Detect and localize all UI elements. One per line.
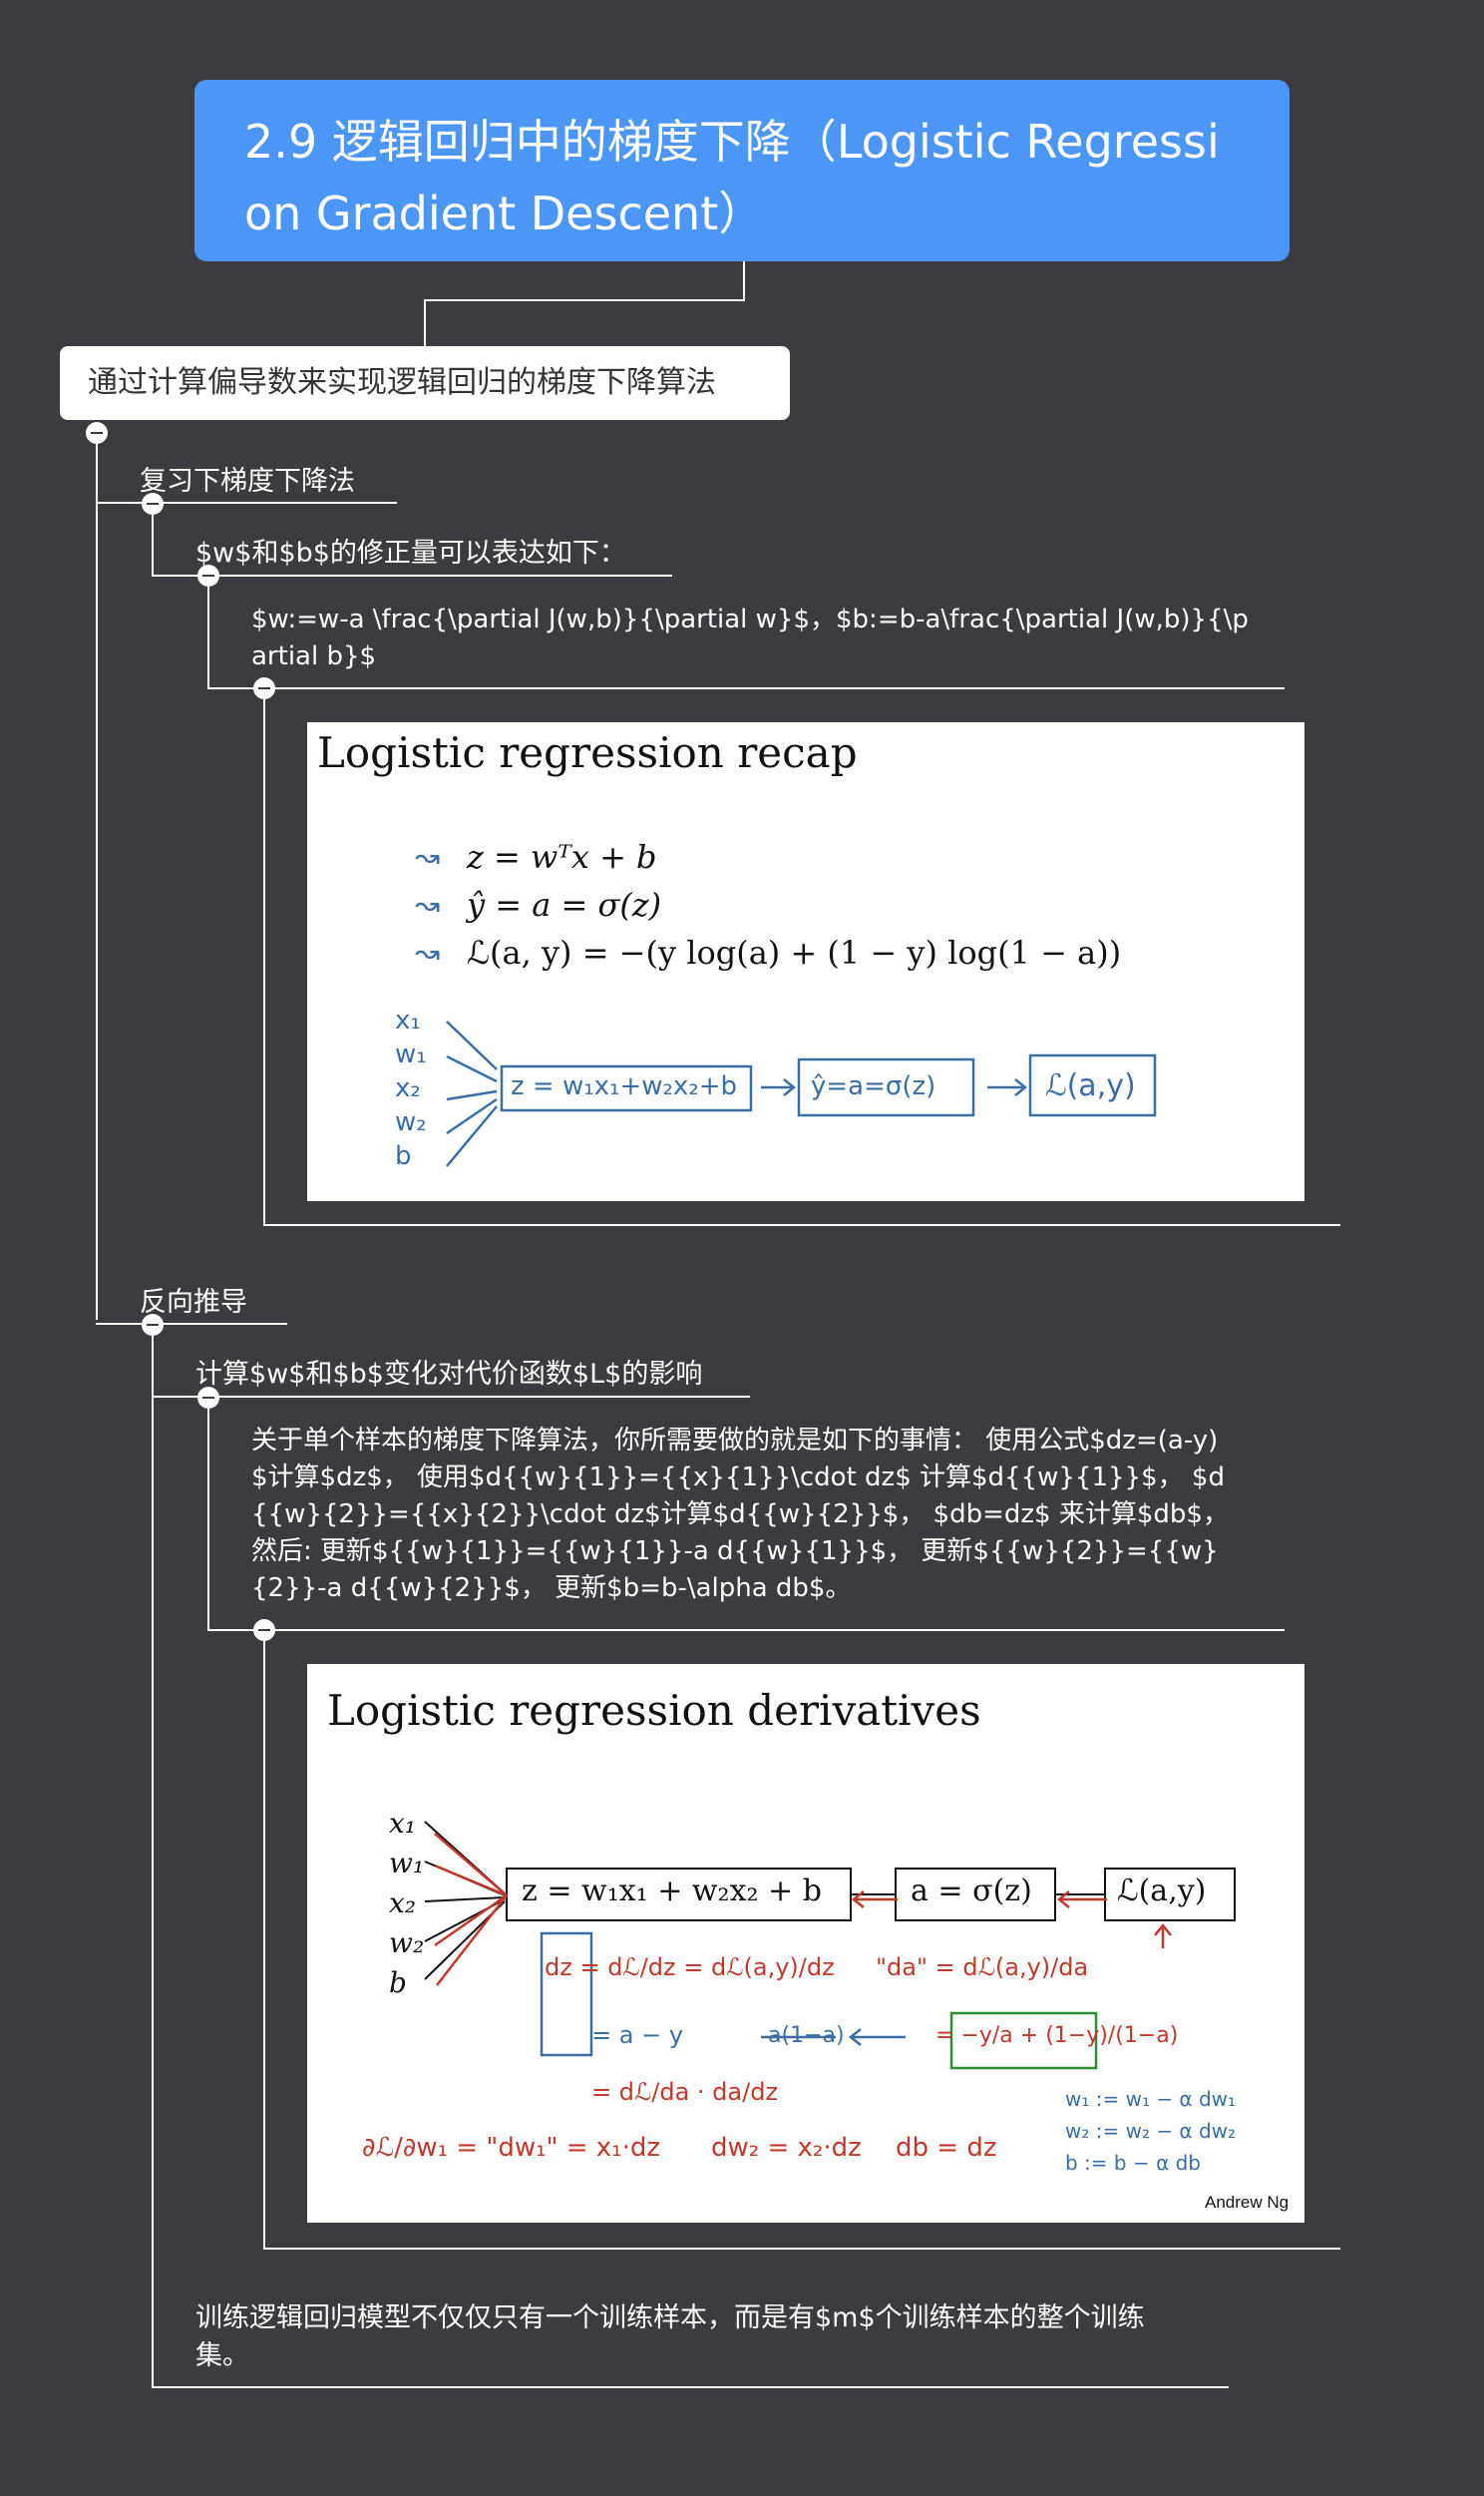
- collapse-toggle-icon[interactable]: [253, 677, 275, 699]
- box-label: a = σ(z): [911, 1873, 1032, 1908]
- flow-arrow: [848, 2028, 906, 2046]
- box-label: z = w₁x₁+w₂x₂+b: [511, 1071, 738, 1101]
- input-arrow: [446, 1054, 498, 1083]
- title-node[interactable]: 2.9 逻辑回归中的梯度下降（Logistic Regression Gradi…: [194, 80, 1290, 261]
- flow-arrow: [761, 1078, 797, 1096]
- collapse-toggle-icon[interactable]: [197, 565, 219, 587]
- a-one-minus-a: a(1−a): [768, 2023, 845, 2048]
- slide-image-recap: Logistic regression recap ↝ z = wᵀx + b …: [307, 722, 1304, 1201]
- node-underline: [263, 2248, 1340, 2250]
- tree-line: [152, 1336, 154, 2387]
- connector: [743, 261, 745, 301]
- tree-line: [96, 444, 98, 1320]
- db-equation: db = dz: [896, 2133, 997, 2163]
- input-arrow: [446, 1089, 498, 1101]
- chain-rule: = dℒ/da · da/dz: [591, 2078, 779, 2106]
- collapse-toggle-icon[interactable]: [253, 1619, 275, 1641]
- input-labels: x₁ w₁ x₂ w₂ b: [395, 1006, 427, 1171]
- input-line: [424, 1896, 506, 1902]
- node-underline: [152, 575, 672, 577]
- node-backprop[interactable]: 反向推导: [140, 1280, 247, 1319]
- author-credit: Andrew Ng: [1205, 2193, 1290, 2212]
- root-node[interactable]: 通过计算偏导数来实现逻辑回归的梯度下降算法: [60, 346, 790, 420]
- node-underline: [152, 2386, 1229, 2388]
- collapse-toggle-icon[interactable]: [142, 1314, 164, 1336]
- flow-arrow: [987, 1078, 1028, 1096]
- dw2-equation: dw₂ = x₂·dz: [711, 2133, 862, 2163]
- collapse-toggle-icon[interactable]: [197, 1387, 219, 1409]
- box-label: ℒ(a,y): [1045, 1068, 1136, 1103]
- tree-line: [207, 1409, 209, 1630]
- tree-line: [152, 515, 154, 575]
- tree-line: [263, 1641, 265, 2250]
- collapse-toggle-icon[interactable]: [142, 493, 164, 515]
- node-underline: [96, 1323, 287, 1325]
- da-value: = −y/a + (1−y)/(1−a): [935, 2023, 1179, 2048]
- da-equation: "da" = dℒ(a,y)/da: [876, 1953, 1089, 1981]
- tree-line: [207, 587, 209, 688]
- node-underline: [263, 1224, 1340, 1226]
- node-underline: [207, 1629, 1285, 1631]
- recap-flow-diagram: [446, 1021, 1157, 1167]
- box-label: z = w₁x₁ + w₂x₂ + b: [522, 1873, 822, 1908]
- back-arrow: [1154, 1922, 1172, 1948]
- node-update-intro[interactable]: $w$和$b$的修正量可以表达如下：: [195, 531, 626, 570]
- node-underline: [152, 1396, 750, 1398]
- connector: [424, 299, 745, 301]
- collapse-toggle-icon[interactable]: [86, 422, 108, 444]
- node-underline: [207, 687, 1285, 689]
- highlight-box: [540, 1931, 593, 2057]
- node-single-sample[interactable]: 关于单个样本的梯度下降算法，你所需要做的就是如下的事情： 使用公式$dz=(a-…: [251, 1423, 1259, 1607]
- a-minus-y: = a − y: [591, 2021, 684, 2049]
- box-label: ŷ=a=σ(z): [811, 1071, 936, 1101]
- update-rules: w₁ := w₁ − α dw₁ w₂ := w₂ − α dw₂ b := b…: [1065, 2087, 1237, 2175]
- box-label: ℒ(a,y): [1117, 1873, 1207, 1908]
- dw1-equation: ∂ℒ/∂w₁ = "dw₁" = x₁·dz: [362, 2133, 661, 2163]
- tree-line: [263, 699, 265, 1226]
- input-arrow: [446, 1021, 498, 1070]
- node-training-set[interactable]: 训练逻辑回归模型不仅仅只有一个训练样本，而是有$m$个训练样本的整个训练集。: [195, 2299, 1193, 2375]
- dz-equation: dz = dℒ/dz = dℒ(a,y)/dz: [545, 1953, 835, 1981]
- back-arrow: [434, 1833, 508, 1986]
- node-update-formula[interactable]: $w:=w-a \frac{\partial J(w,b)}{\partial …: [251, 602, 1259, 675]
- connector: [424, 299, 426, 346]
- slide-image-derivatives: Logistic regression derivatives x₁ w₁ x₂…: [307, 1664, 1304, 2223]
- node-effect[interactable]: 计算$w$和$b$变化对代价函数$L$的影响: [195, 1352, 702, 1391]
- node-review[interactable]: 复习下梯度下降法: [140, 459, 355, 498]
